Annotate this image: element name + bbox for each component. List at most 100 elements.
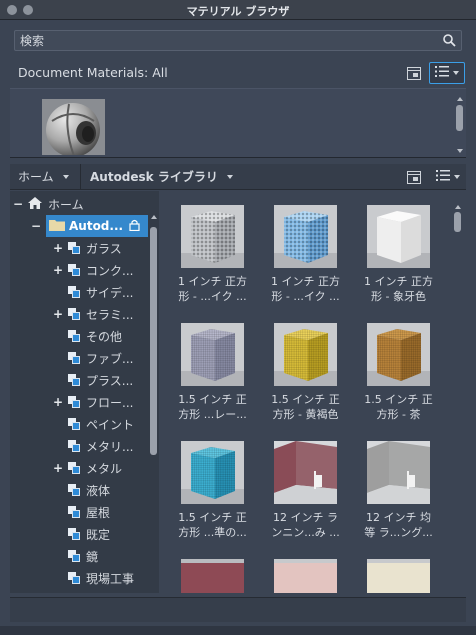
tree-item[interactable]: 屋根 — [52, 501, 110, 523]
material-tile[interactable]: 12 インチ ランニン...み ... — [259, 427, 352, 545]
tree-library-label: Autod... — [69, 219, 124, 233]
home-dropdown[interactable]: ホーム — [18, 164, 84, 189]
material-icon — [68, 461, 81, 475]
expand-icon[interactable]: + — [52, 241, 64, 255]
scroll-up-icon[interactable] — [455, 205, 461, 209]
scrollbar-thumb[interactable] — [454, 212, 461, 232]
collapse-icon[interactable]: − — [12, 197, 24, 211]
material-tile[interactable]: 1 インチ 正方形 - ...イク ... — [259, 191, 352, 309]
tree-item[interactable]: + セラミ... — [52, 303, 133, 325]
material-icon — [68, 395, 81, 409]
search-box — [14, 30, 462, 51]
grid-scrollbar[interactable] — [453, 205, 463, 245]
material-tile[interactable] — [166, 545, 259, 593]
scroll-down-icon[interactable] — [457, 149, 463, 153]
tree-item[interactable]: ペイント — [52, 413, 134, 435]
material-icon — [68, 527, 81, 541]
chevron-down-icon — [453, 71, 459, 75]
tree-item[interactable]: ファブ... — [52, 347, 133, 369]
document-scrollbar[interactable] — [455, 97, 465, 153]
material-name-line1: 1.5 インチ 正 — [271, 393, 340, 406]
material-name-line2: 方形 - 茶 — [376, 408, 421, 421]
material-tile[interactable]: 1.5 インチ 正方形 ...レー... — [166, 309, 259, 427]
scroll-up-icon[interactable] — [457, 97, 463, 101]
bottom-strip — [0, 626, 476, 635]
material-swatch — [274, 441, 337, 504]
scroll-up-icon[interactable] — [151, 215, 157, 219]
search-icon[interactable] — [443, 34, 456, 47]
expand-icon[interactable]: + — [52, 461, 64, 475]
tree-item-label: プラス... — [86, 373, 134, 388]
home-icon — [27, 196, 43, 213]
material-tile[interactable] — [259, 545, 352, 593]
tree-item-label: 既定 — [86, 527, 111, 542]
collapse-icon[interactable]: − — [30, 219, 42, 233]
scrollbar-thumb[interactable] — [150, 227, 157, 455]
tree-item[interactable]: + メタル — [52, 457, 122, 479]
library-nav-bar: ホーム Autodesk ライブラリ — [10, 164, 466, 190]
material-icon — [68, 285, 81, 299]
tree-scrollbar[interactable] — [149, 215, 159, 469]
list-view-icon — [435, 66, 449, 80]
tree-item[interactable]: メタリ... — [52, 435, 133, 457]
tree-item-label: コンク... — [86, 263, 134, 278]
tree-item[interactable]: 現場工事 — [52, 567, 134, 589]
tree-item-label: 屋根 — [86, 505, 111, 520]
tree-item-label: サイデ... — [86, 285, 134, 300]
material-name-line2: 形 - ...イク ... — [271, 290, 340, 303]
tree-item[interactable]: サイデ... — [52, 281, 133, 303]
document-material-thumbnail[interactable] — [42, 99, 105, 155]
material-tile[interactable]: 12 インチ 均等 ラ...ング... — [352, 427, 445, 545]
tree-library-autodesk[interactable]: Autod... — [46, 215, 148, 237]
material-tile[interactable]: 1 インチ 正方形 - 象牙色 — [352, 191, 445, 309]
material-swatch — [367, 559, 430, 593]
tree-item[interactable]: プラス... — [52, 369, 133, 391]
tree-item[interactable]: 既定 — [52, 523, 110, 545]
scrollbar-thumb[interactable] — [456, 105, 463, 131]
tree-root-home[interactable]: − ホーム — [12, 193, 84, 215]
document-materials-label: Document Materials: All — [18, 65, 168, 80]
material-swatch — [274, 323, 337, 386]
material-browser-panel: Document Materials: All — [0, 20, 476, 635]
tree-item[interactable]: + コンク... — [52, 259, 133, 281]
material-name-line2: 形 - ...イク ... — [178, 290, 247, 303]
material-tile[interactable]: 1.5 インチ 正方形 - 黄褐色 — [259, 309, 352, 427]
material-tile[interactable]: 1 インチ 正方形 - ...イク ... — [166, 191, 259, 309]
search-input[interactable] — [20, 32, 430, 49]
material-icon — [68, 263, 81, 277]
material-caption: 1.5 インチ 正方形 ...レー... — [166, 392, 259, 422]
tree-item[interactable]: 液体 — [52, 479, 110, 501]
tree-item[interactable]: + ガラス — [52, 237, 122, 259]
home-dropdown-label: ホーム — [18, 170, 54, 184]
material-name-line1: 1 インチ 正方 — [271, 275, 340, 288]
material-name-line2: 形 - 象牙色 — [371, 290, 426, 303]
expand-icon[interactable]: + — [52, 307, 64, 321]
window-title: マテリアル ブラウザ — [186, 5, 290, 18]
material-name-line1: 12 インチ 均 — [366, 511, 431, 524]
tree-library-node[interactable]: − — [30, 215, 42, 237]
expand-icon[interactable]: + — [52, 263, 64, 277]
library-dropdown-label: Autodesk ライブラリ — [90, 170, 218, 184]
tree-item-label: その他 — [86, 329, 123, 344]
material-swatch — [181, 441, 244, 504]
tree-item[interactable]: 鏡 — [52, 545, 98, 567]
tree-item[interactable]: その他 — [52, 325, 122, 347]
material-tile[interactable]: 1.5 インチ 正方形 - 茶 — [352, 309, 445, 427]
chevron-down-icon — [226, 174, 233, 179]
material-name-line1: 12 インチ ラ — [273, 511, 338, 524]
panel-toggle-icon[interactable] — [404, 64, 424, 82]
library-view-options-button[interactable] — [430, 166, 466, 188]
tree-root-label: ホーム — [48, 197, 84, 212]
panel-toggle-icon[interactable] — [404, 168, 424, 186]
material-icon — [68, 549, 81, 563]
expand-icon[interactable]: + — [52, 395, 64, 409]
document-materials-pane — [10, 88, 466, 158]
material-icon — [68, 241, 81, 255]
material-caption: 1.5 インチ 正方形 - 黄褐色 — [259, 392, 352, 422]
material-tile[interactable]: 1.5 インチ 正方形 ...準の... — [166, 427, 259, 545]
view-options-button[interactable] — [429, 62, 465, 84]
library-dropdown[interactable]: Autodesk ライブラリ — [80, 164, 242, 189]
tree-item[interactable]: + フロー... — [52, 391, 133, 413]
material-name-line2: ンニン...み ... — [271, 526, 340, 539]
material-tile[interactable] — [352, 545, 445, 593]
